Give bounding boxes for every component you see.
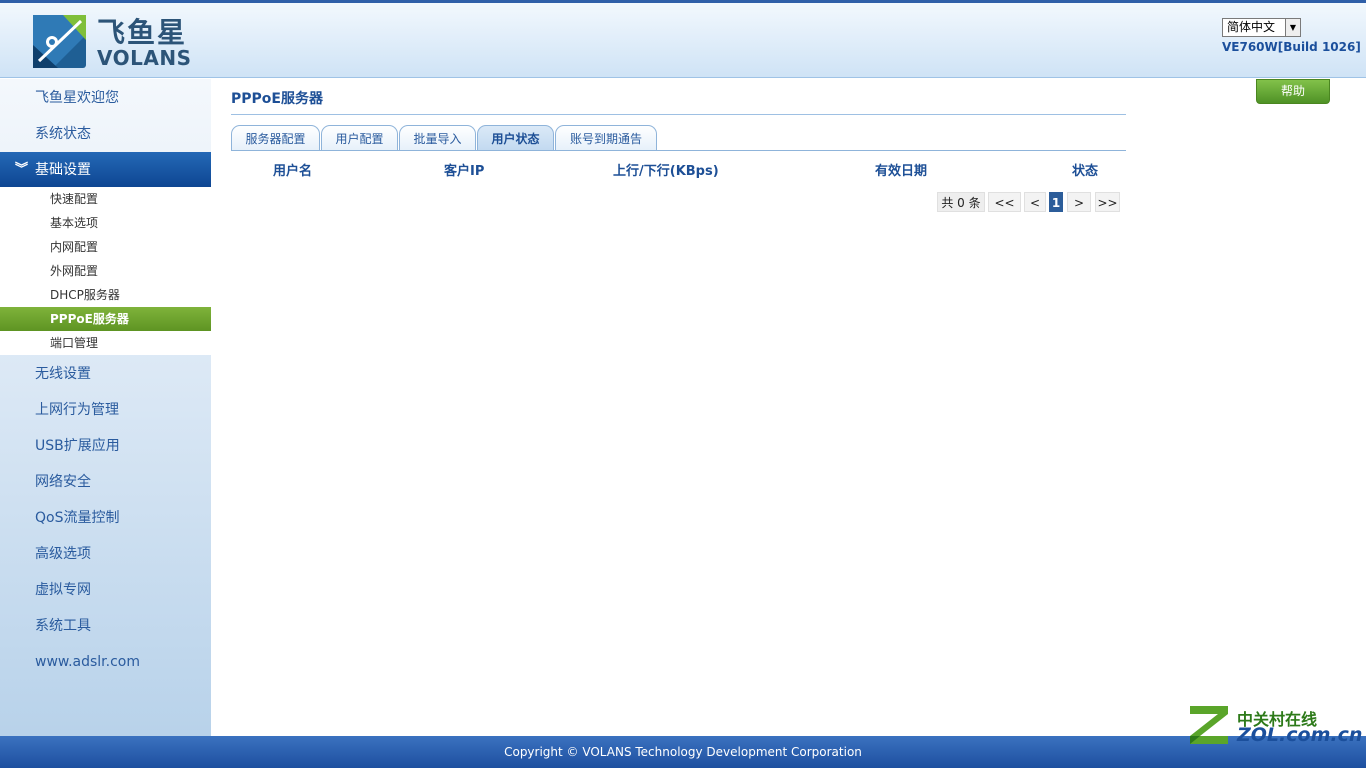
copyright-text: Copyright © VOLANS Technology Developmen… xyxy=(504,745,862,759)
volans-logo-icon xyxy=(33,15,86,68)
language-value: 简体中文 xyxy=(1227,20,1276,34)
sidebar: 飞鱼星欢迎您 系统状态 ︾ 基础设置 快速配置 基本选项 内网配置 外网配置 D… xyxy=(0,79,211,736)
sidebar-item-wireless[interactable]: 无线设置 xyxy=(0,356,211,392)
logo-text-cn: 飞鱼星 xyxy=(97,16,188,49)
pagination-next-button[interactable]: > xyxy=(1067,192,1091,212)
sidebar-item-qos[interactable]: QoS流量控制 xyxy=(0,500,211,536)
column-header-client-ip: 客户IP xyxy=(444,164,485,179)
submenu-item-label: 快速配置 xyxy=(50,192,99,206)
submenu-item-wan-config[interactable]: 外网配置 xyxy=(0,259,211,283)
column-header-expiry-date: 有效日期 xyxy=(875,164,928,179)
chevron-down-icon[interactable]: ▼ xyxy=(1285,19,1300,36)
tab-expiry-notice[interactable]: 账号到期通告 xyxy=(555,125,657,151)
pagination-last-button[interactable]: >> xyxy=(1095,192,1120,212)
sidebar-item-label: 无线设置 xyxy=(35,366,91,382)
help-button[interactable]: 帮助 xyxy=(1256,79,1330,104)
sidebar-item-advanced[interactable]: 高级选项 xyxy=(0,536,211,572)
column-header-bandwidth: 上行/下行(KBps) xyxy=(613,164,719,179)
pagination-current-page[interactable]: 1 xyxy=(1049,192,1063,212)
sidebar-item-label: 基础设置 xyxy=(35,162,91,178)
footer: Copyright © VOLANS Technology Developmen… xyxy=(0,736,1366,768)
sidebar-item-label: 虚拟专网 xyxy=(35,582,91,598)
tab-server-config[interactable]: 服务器配置 xyxy=(231,125,320,151)
sidebar-item-label: 上网行为管理 xyxy=(35,402,119,418)
sidebar-item-network-security[interactable]: 网络安全 xyxy=(0,464,211,500)
submenu-item-label: 外网配置 xyxy=(50,264,99,278)
firmware-version: VE760W[Build 1026] xyxy=(1222,40,1361,54)
logo-text-en: VOLANS xyxy=(97,46,192,70)
column-header-status: 状态 xyxy=(1072,164,1099,179)
submenu-item-dhcp-server[interactable]: DHCP服务器 xyxy=(0,283,211,307)
sidebar-item-label: USB扩展应用 xyxy=(35,438,120,454)
tab-batch-import[interactable]: 批量导入 xyxy=(399,125,476,151)
submenu-item-label: PPPoE服务器 xyxy=(50,312,129,326)
sidebar-item-system-tools[interactable]: 系统工具 xyxy=(0,608,211,644)
submenu-item-lan-config[interactable]: 内网配置 xyxy=(0,235,211,259)
zol-logo-icon xyxy=(1190,706,1228,744)
double-chevron-down-icon: ︾ xyxy=(15,162,29,177)
sidebar-item-label: www.adslr.com xyxy=(35,654,140,670)
submenu-item-label: 端口管理 xyxy=(50,336,99,350)
submenu-item-port-management[interactable]: 端口管理 xyxy=(0,331,211,355)
pagination-total: 共 0 条 xyxy=(937,192,985,212)
sidebar-item-usb-apps[interactable]: USB扩展应用 xyxy=(0,428,211,464)
sidebar-item-welcome[interactable]: 飞鱼星欢迎您 xyxy=(0,80,211,116)
submenu-item-basic-options[interactable]: 基本选项 xyxy=(0,211,211,235)
pagination-prev-button[interactable]: < xyxy=(1024,192,1046,212)
basic-settings-submenu: 快速配置 基本选项 内网配置 外网配置 DHCP服务器 PPPoE服务器 端口管… xyxy=(0,187,211,355)
sidebar-item-vpn[interactable]: 虚拟专网 xyxy=(0,572,211,608)
submenu-item-quick-config[interactable]: 快速配置 xyxy=(0,187,211,211)
sidebar-item-label: 高级选项 xyxy=(35,546,91,562)
submenu-item-label: 基本选项 xyxy=(50,216,99,230)
sidebar-item-basic-settings[interactable]: ︾ 基础设置 xyxy=(0,152,211,188)
watermark-text-en: ZOL.com.cn xyxy=(1237,724,1363,746)
sidebar-item-system-status[interactable]: 系统状态 xyxy=(0,116,211,152)
header: 飞鱼星 VOLANS 简体中文 ▼ VE760W[Build 1026] xyxy=(0,3,1366,78)
tab-user-status[interactable]: 用户状态 xyxy=(477,125,554,151)
sidebar-item-label: 系统工具 xyxy=(35,618,91,634)
sidebar-item-behavior-management[interactable]: 上网行为管理 xyxy=(0,392,211,428)
page-title: PPPoE服务器 xyxy=(231,91,323,107)
sidebar-item-label: 飞鱼星欢迎您 xyxy=(35,90,119,106)
sidebar-item-label: 网络安全 xyxy=(35,474,91,490)
language-select[interactable]: 简体中文 ▼ xyxy=(1222,18,1301,37)
title-divider xyxy=(231,114,1126,115)
column-header-username: 用户名 xyxy=(273,164,313,179)
sidebar-item-label: QoS流量控制 xyxy=(35,510,120,526)
sidebar-item-label: 系统状态 xyxy=(35,126,91,142)
tab-user-config[interactable]: 用户配置 xyxy=(321,125,398,151)
sidebar-link-website[interactable]: www.adslr.com xyxy=(0,644,211,680)
submenu-item-label: DHCP服务器 xyxy=(50,288,120,302)
submenu-item-pppoe-server[interactable]: PPPoE服务器 xyxy=(0,307,211,331)
pagination-first-button[interactable]: << xyxy=(988,192,1021,212)
submenu-item-label: 内网配置 xyxy=(50,240,99,254)
tab-divider xyxy=(231,150,1126,151)
